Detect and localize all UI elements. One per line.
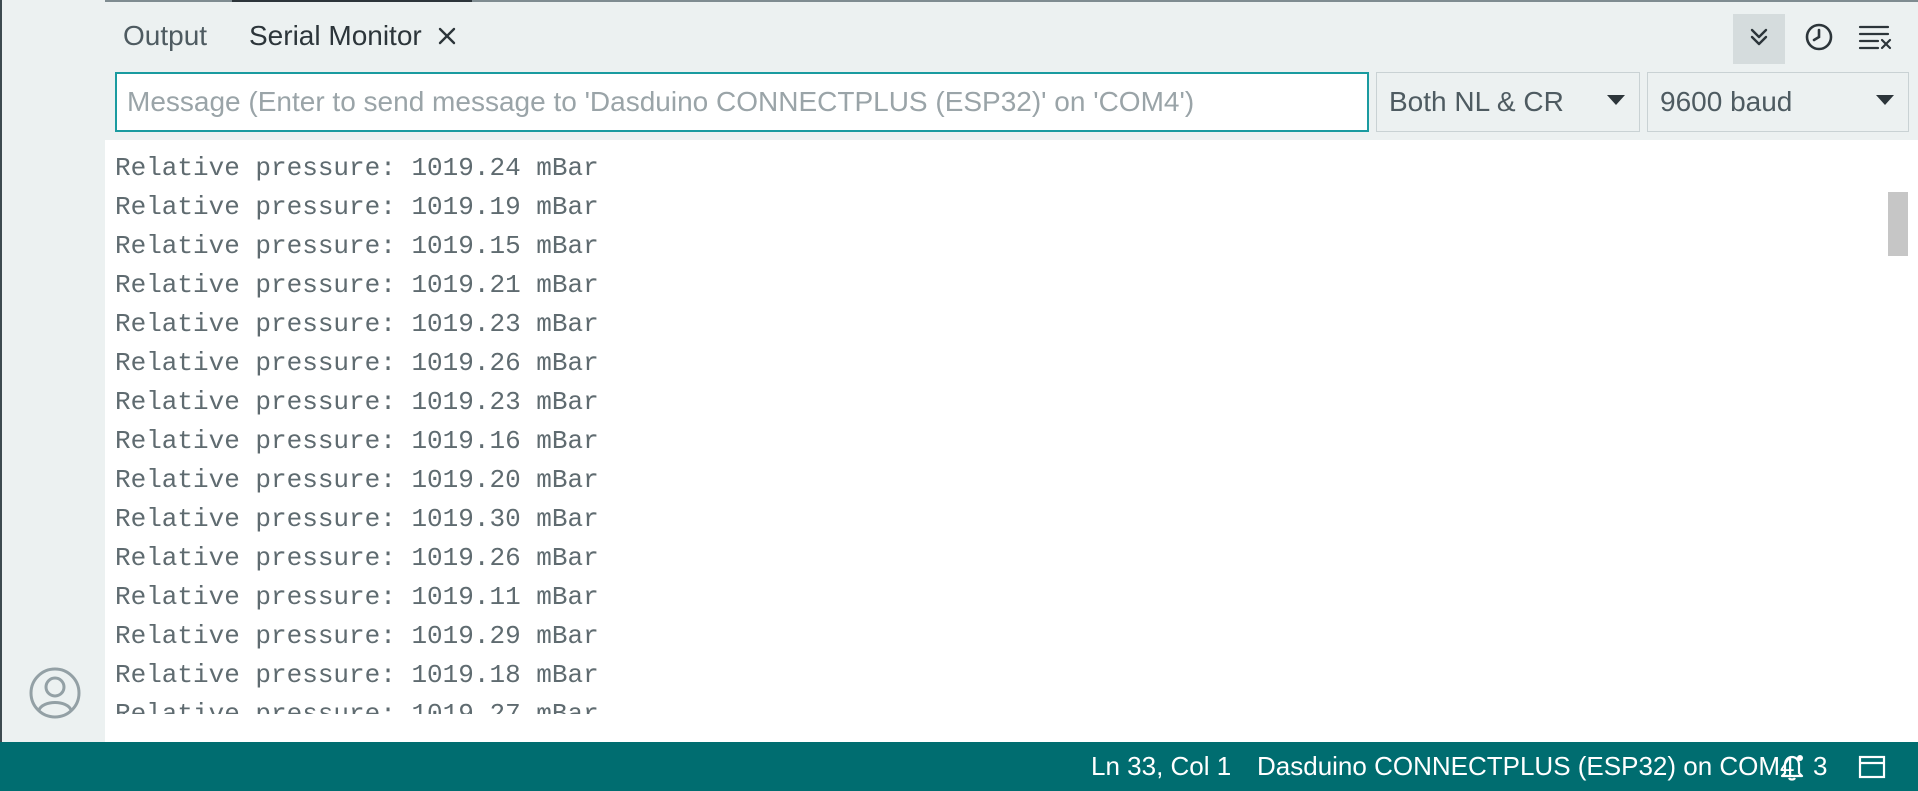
monitor-line: Relative pressure: 1019.20 mBar bbox=[115, 465, 599, 495]
left-activity-strip bbox=[0, 0, 105, 742]
double-chevron-down-icon bbox=[1747, 25, 1771, 54]
tab-output[interactable]: Output bbox=[123, 2, 207, 70]
monitor-line: Relative pressure: 1019.27 mBar bbox=[115, 699, 599, 714]
status-bar: Ln 33, Col 1 Dasduino CONNECTPLUS (ESP32… bbox=[0, 742, 1918, 791]
monitor-line: Relative pressure: 1019.21 mBar bbox=[115, 270, 599, 300]
monitor-line: Relative pressure: 1019.26 mBar bbox=[115, 348, 599, 378]
clock-icon bbox=[1804, 22, 1834, 57]
monitor-line: Relative pressure: 1019.26 mBar bbox=[115, 543, 599, 573]
notification-count: 3 bbox=[1813, 751, 1828, 781]
monitor-line: Relative pressure: 1019.24 mBar bbox=[115, 153, 599, 183]
autoscroll-button[interactable] bbox=[1733, 14, 1785, 64]
message-input[interactable] bbox=[115, 72, 1369, 132]
board-info[interactable]: Dasduino CONNECTPLUS (ESP32) on COM4 bbox=[1257, 742, 1795, 791]
bell-icon bbox=[1780, 754, 1804, 781]
notifications-button[interactable]: 3 bbox=[1779, 742, 1827, 791]
serial-monitor-output[interactable]: Relative pressure: 1019.24 mBar Relative… bbox=[105, 140, 1918, 714]
tab-serial-monitor[interactable]: Serial Monitor bbox=[232, 0, 472, 70]
line-ending-value: Both NL & CR bbox=[1389, 86, 1564, 117]
line-ending-select[interactable]: Both NL & CR bbox=[1376, 72, 1640, 132]
monitor-line: Relative pressure: 1019.11 mBar bbox=[115, 582, 599, 612]
serial-input-row: Both NL & CR 9600 baud bbox=[105, 70, 1918, 140]
monitor-line: Relative pressure: 1019.15 mBar bbox=[115, 231, 599, 261]
baud-rate-select[interactable]: 9600 baud bbox=[1647, 72, 1909, 132]
monitor-line: Relative pressure: 1019.29 mBar bbox=[115, 621, 599, 651]
clear-output-icon bbox=[1858, 23, 1892, 56]
cursor-position[interactable]: Ln 33, Col 1 bbox=[1091, 742, 1231, 791]
vertical-scrollbar-thumb[interactable] bbox=[1888, 192, 1908, 256]
monitor-line: Relative pressure: 1019.23 mBar bbox=[115, 387, 599, 417]
clear-output-button[interactable] bbox=[1849, 14, 1901, 64]
account-icon[interactable] bbox=[28, 666, 82, 720]
tab-output-label: Output bbox=[123, 20, 208, 51]
monitor-line: Relative pressure: 1019.16 mBar bbox=[115, 426, 599, 456]
toggle-panel-icon[interactable] bbox=[1858, 742, 1886, 791]
tab-serial-monitor-label: Serial Monitor bbox=[249, 20, 422, 51]
baud-rate-value: 9600 baud bbox=[1660, 86, 1793, 117]
monitor-line: Relative pressure: 1019.30 mBar bbox=[115, 504, 599, 534]
close-icon[interactable] bbox=[434, 23, 460, 49]
panel-tab-bar: Output Serial Monitor bbox=[105, 0, 1918, 70]
caret-down-icon bbox=[1607, 95, 1625, 105]
monitor-line: Relative pressure: 1019.18 mBar bbox=[115, 660, 599, 690]
caret-down-icon bbox=[1876, 95, 1894, 105]
timestamp-button[interactable] bbox=[1793, 14, 1845, 64]
monitor-line: Relative pressure: 1019.23 mBar bbox=[115, 309, 599, 339]
monitor-line: Relative pressure: 1019.19 mBar bbox=[115, 192, 599, 222]
